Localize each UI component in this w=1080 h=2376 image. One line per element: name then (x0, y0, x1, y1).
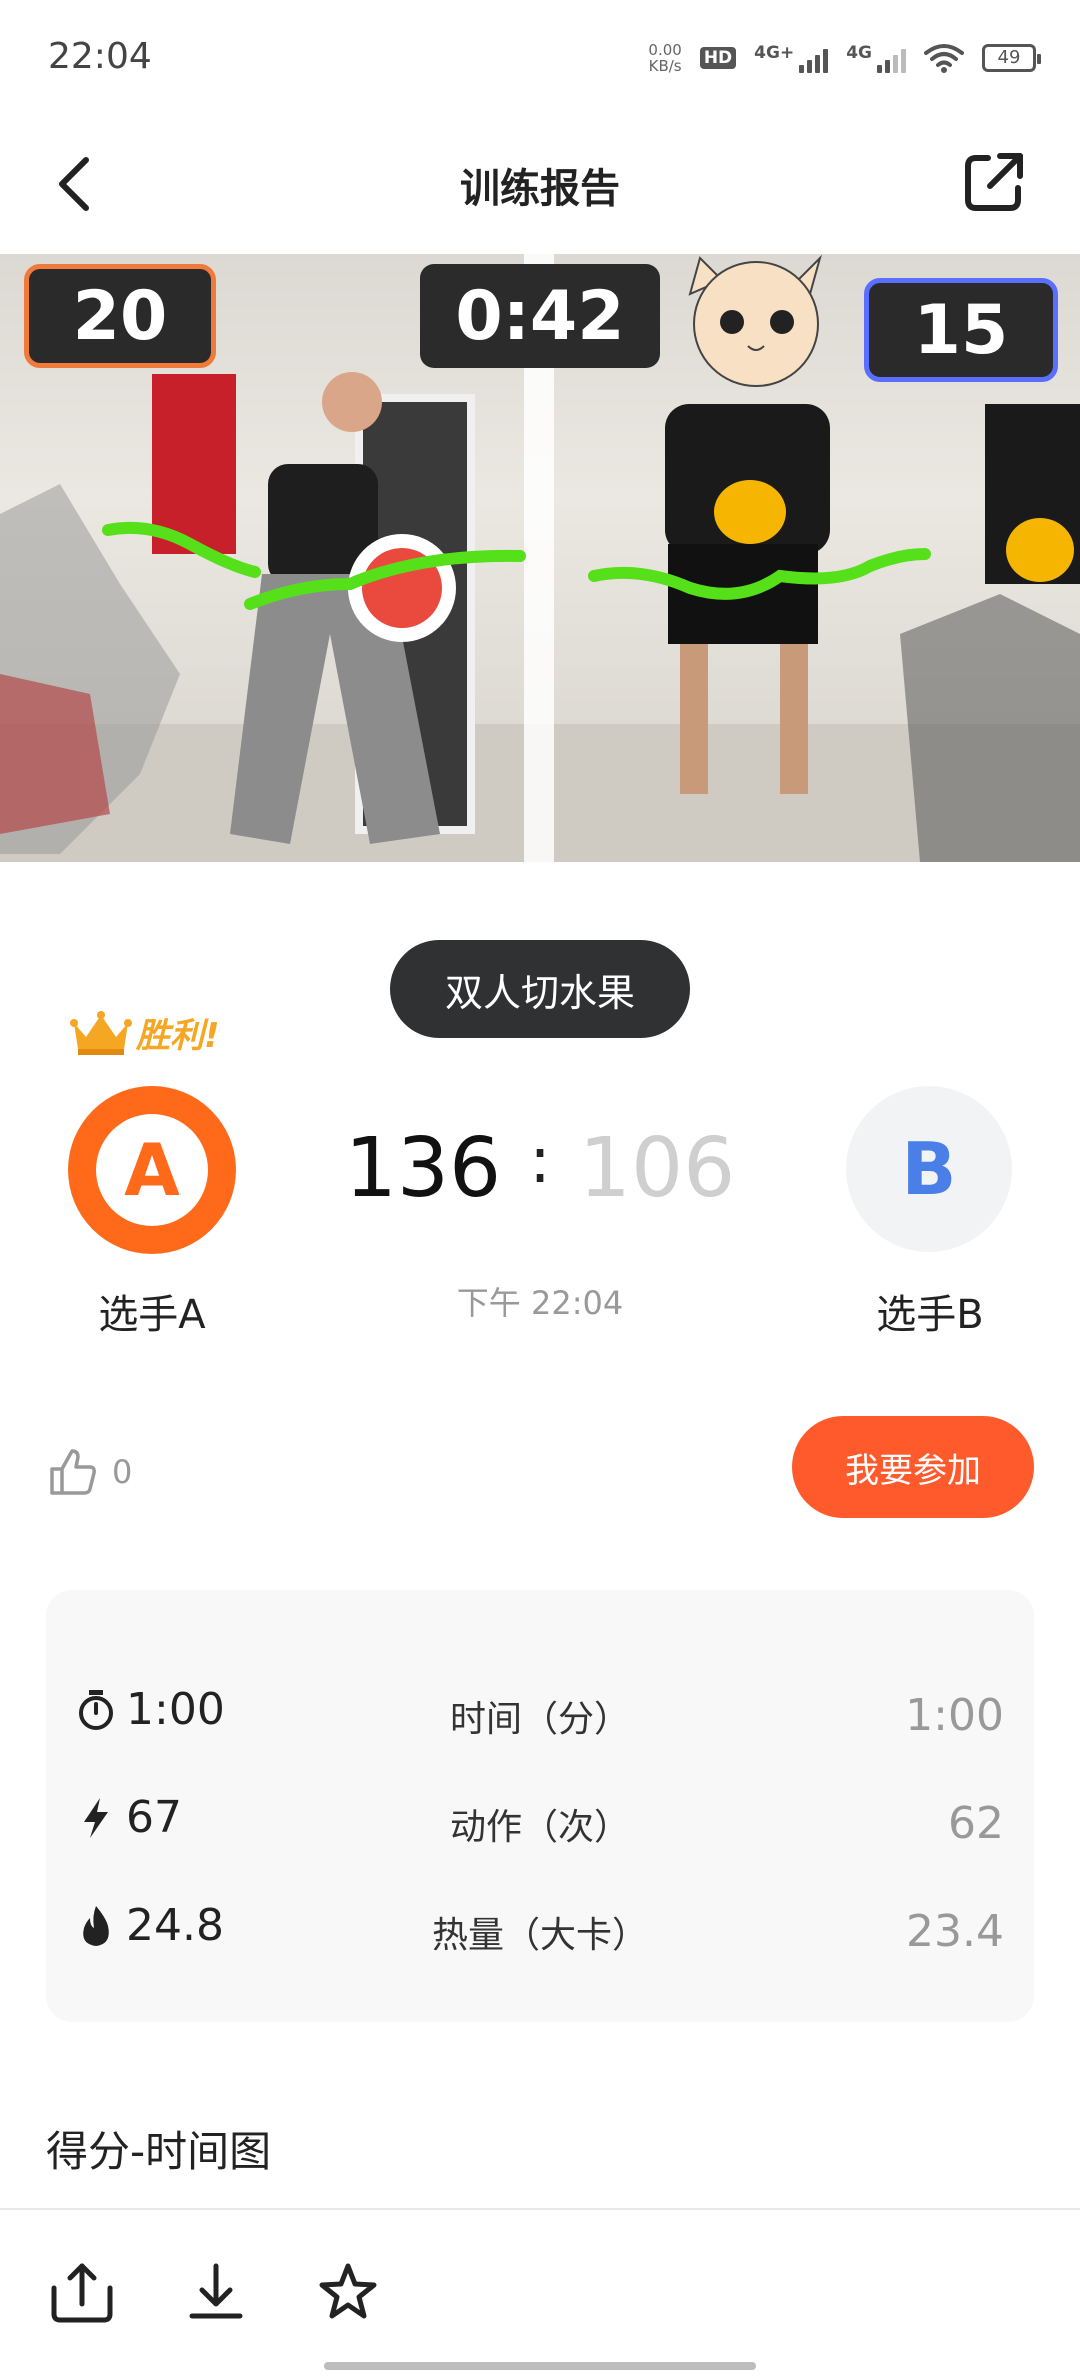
status-icons: 0.00 KB/s HD 4G+ 4G 49 (648, 36, 1041, 80)
join-button[interactable]: 我要参加 (792, 1416, 1034, 1518)
signal-icon-sim2: 4G (846, 43, 906, 73)
winner-badge: 胜利! (70, 1008, 220, 1057)
header: 训练报告 (0, 116, 1080, 252)
scribble-right (900, 594, 1080, 862)
video-timer: 0:42 (420, 264, 660, 368)
video-score-right: 15 (864, 278, 1058, 382)
player-a-head (322, 372, 382, 432)
page-title: 训练报告 (460, 166, 620, 212)
thumbs-up-icon (50, 1449, 96, 1495)
battery-icon: 49 (982, 44, 1041, 72)
network-speed: 0.00 KB/s (648, 41, 682, 75)
player-a-letter: A (124, 1128, 180, 1212)
video-score-left: 20 (24, 264, 216, 368)
stat-calories-b: 23.4 (906, 1906, 1004, 1957)
fruit-orange (714, 480, 786, 544)
score-separator: : (529, 1124, 551, 1198)
cat-mask-icon (688, 254, 822, 387)
player-a-score: 136 (344, 1120, 502, 1216)
download-icon (189, 2263, 243, 2319)
game-mode-badge: 双人切水果 (390, 940, 690, 1038)
stat-row-time: 1:00 时间（分） 1:00 (46, 1670, 1034, 1760)
star-icon (319, 2263, 377, 2319)
player-b-avatar[interactable]: B (846, 1086, 1012, 1252)
winner-label: 胜利! (136, 1016, 220, 1056)
score-time-chart-title: 得分-时间图 (46, 2127, 272, 2176)
fruit-pineapple (1006, 518, 1074, 582)
status-bar: 22:04 0.00 KB/s HD 4G+ 4G 49 (0, 0, 1080, 116)
like-count: 0 (112, 1453, 133, 1491)
share-button[interactable] (958, 146, 1030, 218)
external-share-icon (965, 153, 1023, 211)
game-video[interactable]: 20 0:42 15 (0, 254, 1080, 862)
signal-icon-sim1: 4G+ (754, 43, 829, 73)
status-time: 22:04 (48, 36, 152, 77)
share-out-button[interactable] (46, 2256, 118, 2328)
home-indicator[interactable] (324, 2362, 756, 2370)
player-b-score: 106 (578, 1120, 736, 1216)
stat-time-b: 1:00 (905, 1690, 1004, 1741)
stat-actions-label: 动作（次） (449, 1807, 630, 1848)
player-a-avatar[interactable]: A (68, 1086, 236, 1254)
stat-time-label: 时间（分） (449, 1699, 630, 1740)
player-b-letter: B (901, 1127, 957, 1211)
like-button[interactable]: 0 (48, 1440, 132, 1504)
match-time: 下午 22:04 (456, 1284, 624, 1322)
player-b-leg-left (680, 644, 708, 794)
stat-row-calories: 24.8 热量（大卡） 23.4 (46, 1886, 1034, 1976)
stats-card: 1:00 时间（分） 1:00 67 动作（次） 62 24.8 热量（大卡） … (46, 1590, 1034, 2022)
crown-icon (70, 1010, 132, 1055)
stat-actions-b: 62 (948, 1798, 1004, 1849)
player-a-name: 选手A (98, 1292, 206, 1338)
stat-row-actions: 67 动作（次） 62 (46, 1778, 1034, 1868)
download-button[interactable] (180, 2256, 252, 2328)
player-b-name: 选手B (876, 1292, 984, 1338)
favorite-button[interactable] (312, 2256, 384, 2328)
bottom-action-bar (0, 2208, 1080, 2376)
hd-icon: HD (699, 47, 737, 69)
wifi-icon (924, 44, 964, 73)
final-score: 136 : 106 (300, 1118, 780, 1218)
player-b-leg-right (780, 644, 808, 794)
share-upload-icon (51, 2263, 113, 2323)
stat-calories-label: 热量（大卡） (431, 1915, 648, 1956)
